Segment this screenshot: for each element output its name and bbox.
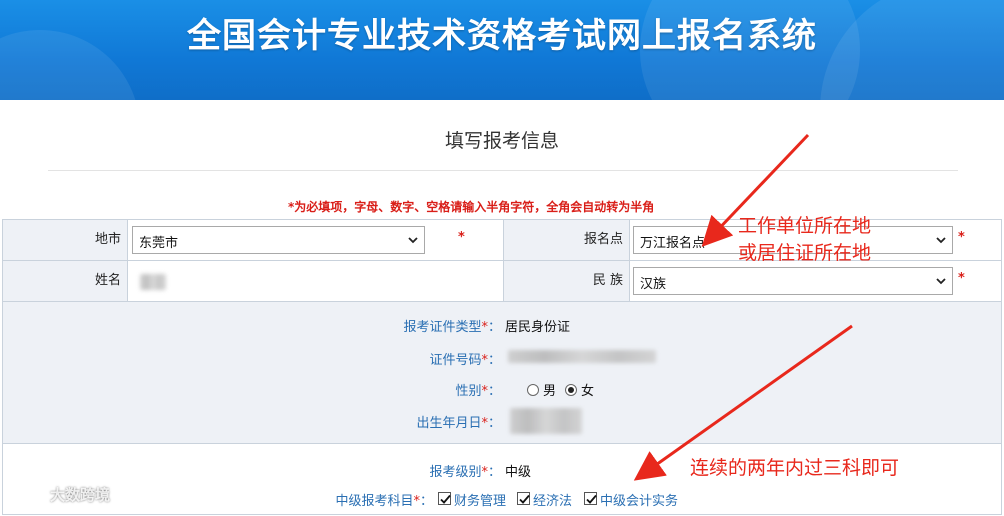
arrow-to-subjects bbox=[633, 324, 853, 481]
annotation-subjects-note: 连续的两年内过三科即可 bbox=[690, 457, 900, 479]
watermark-text: 大数跨境 bbox=[50, 486, 111, 504]
annotation-workplace-line2: 或居住证所在地 bbox=[738, 242, 872, 264]
annotation-workplace-line1: 工作单位所在地 bbox=[738, 215, 872, 237]
watermark-logo-icon bbox=[9, 486, 46, 503]
